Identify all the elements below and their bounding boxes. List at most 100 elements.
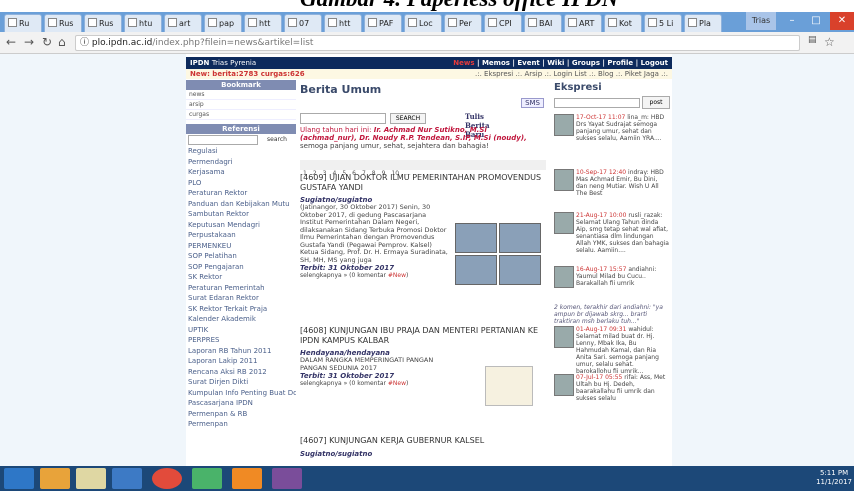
browser-tab[interactable]: pap	[204, 14, 242, 32]
referensi-item[interactable]: SK Rektor Terkait Praja	[186, 304, 296, 315]
avatar[interactable]	[554, 212, 574, 234]
bookmark-item[interactable]: news	[186, 90, 296, 100]
referensi-item[interactable]: Peraturan Rektor	[186, 188, 296, 199]
referensi-item[interactable]: Rencana Aksi RB 2012	[186, 367, 296, 378]
page-title: Berita Umum	[300, 83, 382, 96]
app-icon[interactable]	[272, 468, 302, 489]
avatar[interactable]	[554, 266, 574, 288]
referensi-item[interactable]: Permendagri	[186, 157, 296, 168]
referensi-item[interactable]: Laporan Lakip 2011	[186, 356, 296, 367]
word-icon[interactable]	[112, 468, 142, 489]
article-title[interactable]: [4608] KUNJUNGAN IBU PRAJA DAN MENTERI P…	[300, 326, 546, 345]
referensi-search-button[interactable]: search	[260, 135, 294, 145]
referensi-item[interactable]: Kalender Akademik	[186, 314, 296, 325]
referensi-item[interactable]: SOP Pelatihan	[186, 251, 296, 262]
bookmark-item[interactable]: curgas	[186, 110, 296, 120]
avatar[interactable]	[554, 374, 574, 396]
browser-tab[interactable]: BAI	[524, 14, 562, 32]
browser-tab[interactable]: PAF	[364, 14, 402, 32]
bookmark-item[interactable]: arsip	[186, 100, 296, 110]
news-search-button[interactable]: SEARCH	[390, 113, 426, 124]
tab-favicon-icon	[648, 18, 657, 27]
browser-tab[interactable]: CPI	[484, 14, 522, 32]
firefox-icon[interactable]	[232, 468, 262, 489]
referensi-item[interactable]: SK Rektor	[186, 272, 296, 283]
url-input[interactable]: ⓘ plo.ipdn.ac.id/index.php?filein=news&a…	[75, 35, 800, 51]
browser-tab[interactable]: Pla	[684, 14, 722, 32]
referensi-item[interactable]: Kumpulan Info Penting Buat Dosen	[186, 388, 296, 399]
home-icon[interactable]: ⌂	[58, 35, 66, 49]
file-explorer-icon[interactable]	[40, 468, 70, 489]
profile-badge[interactable]: Trias	[746, 12, 776, 30]
entry-timestamp: 01-Aug-17 09:31	[576, 326, 627, 333]
avatar[interactable]	[554, 169, 574, 191]
browser-tab[interactable]: htu	[124, 14, 162, 32]
referensi-item[interactable]: PLO	[186, 178, 296, 189]
close-icon[interactable]: ✕	[830, 12, 854, 30]
referensi-item[interactable]: Laporan RB Tahun 2011	[186, 346, 296, 357]
referensi-search-input[interactable]	[188, 135, 258, 145]
ekspresi-entry: 21-Aug-17 10:00 rusli_razak: Selamat Ula…	[554, 212, 670, 254]
minimize-icon[interactable]: –	[780, 12, 804, 30]
browser-tab[interactable]: Per	[444, 14, 482, 32]
referensi-item[interactable]: Permenpan & RB	[186, 409, 296, 420]
browser-tab[interactable]: ART	[564, 14, 602, 32]
site-logo[interactable]: IPDN Trias Pyrenia	[190, 57, 256, 69]
app-icon[interactable]	[192, 468, 222, 489]
reload-icon[interactable]: ↻	[42, 35, 52, 49]
referensi-item[interactable]: PERPRES	[186, 335, 296, 346]
article-body: (Jatinangor, 30 Oktober 2017) Senin, 30 …	[300, 203, 448, 264]
browser-tab[interactable]: Rus	[44, 14, 82, 32]
maximize-icon[interactable]: □	[804, 12, 828, 30]
browser-tab[interactable]: 5 Li	[644, 14, 682, 32]
referensi-item[interactable]: Surat Dirjen Dikti	[186, 377, 296, 388]
system-clock[interactable]: 5:11 PM 11/1/2017	[816, 469, 852, 487]
browser-tab[interactable]: Loc	[404, 14, 442, 32]
referensi-item[interactable]: Peraturan Pemerintah	[186, 283, 296, 294]
translate-icon[interactable]: ▤	[808, 35, 817, 45]
site-header: IPDN Trias Pyrenia News | Memos | Event …	[186, 57, 672, 69]
avatar[interactable]	[554, 114, 574, 136]
browser-tab[interactable]: Ru	[4, 14, 42, 32]
tab-favicon-icon	[288, 18, 297, 27]
browser-tab[interactable]: htt	[244, 14, 282, 32]
browser-tab[interactable]: 07	[284, 14, 322, 32]
browser-tab[interactable]: Rus	[84, 14, 122, 32]
bookmark-star-icon[interactable]: ☆	[824, 35, 835, 49]
referensi-item[interactable]: Regulasi	[186, 146, 296, 157]
folder-icon[interactable]	[76, 468, 106, 489]
referensi-item[interactable]: UPTIK	[186, 325, 296, 336]
article-title[interactable]: [4607] KUNJUNGAN KERJA GUBERNUR KALSEL	[300, 436, 546, 446]
referensi-item[interactable]: Sambutan Rektor	[186, 209, 296, 220]
referensi-item[interactable]: Pascasarjana IPDN	[186, 398, 296, 409]
post-button[interactable]: post	[642, 96, 670, 109]
sms-button[interactable]: SMS	[521, 98, 544, 108]
article-title[interactable]: [4609] UJIAN DOKTOR ILMU PEMERINTAHAN PR…	[300, 173, 546, 192]
referensi-item[interactable]: Keputusan Mendagri	[186, 220, 296, 231]
main-content: Berita Umum SMS SEARCH Tulis Berita Baru…	[298, 80, 548, 466]
tab-favicon-icon	[168, 18, 177, 27]
browser-tab[interactable]: art	[164, 14, 202, 32]
sub-links[interactable]: .:. Ekspresi .:. Arsip .:. Login List .:…	[475, 69, 668, 79]
tab-favicon-icon	[528, 18, 537, 27]
ekspresi-input[interactable]	[554, 98, 640, 108]
browser-tab[interactable]: htt	[324, 14, 362, 32]
referensi-item[interactable]: Panduan dan Kebijakan Mutu	[186, 199, 296, 210]
web-page: IPDN Trias Pyrenia News | Memos | Event …	[0, 54, 854, 466]
referensi-item[interactable]: Permenpan	[186, 419, 296, 430]
back-icon[interactable]: ←	[6, 35, 16, 49]
referensi-item[interactable]: Perpustakaan	[186, 230, 296, 241]
start-icon[interactable]	[4, 468, 34, 489]
referensi-item[interactable]: PERMENKEU	[186, 241, 296, 252]
forward-icon[interactable]: →	[24, 35, 34, 49]
referensi-item[interactable]: Kerjasama	[186, 167, 296, 178]
chrome-icon[interactable]	[152, 468, 182, 489]
referensi-item[interactable]: Surat Edaran Rektor	[186, 293, 296, 304]
news-search-input[interactable]	[300, 113, 386, 124]
tab-favicon-icon	[688, 18, 697, 27]
browser-tab[interactable]: Kot	[604, 14, 642, 32]
referensi-item[interactable]: SOP Pengajaran	[186, 262, 296, 273]
site-menu[interactable]: News | Memos | Event | Wiki | Groups | P…	[453, 57, 668, 69]
avatar[interactable]	[554, 326, 574, 348]
tab-favicon-icon	[128, 18, 137, 27]
